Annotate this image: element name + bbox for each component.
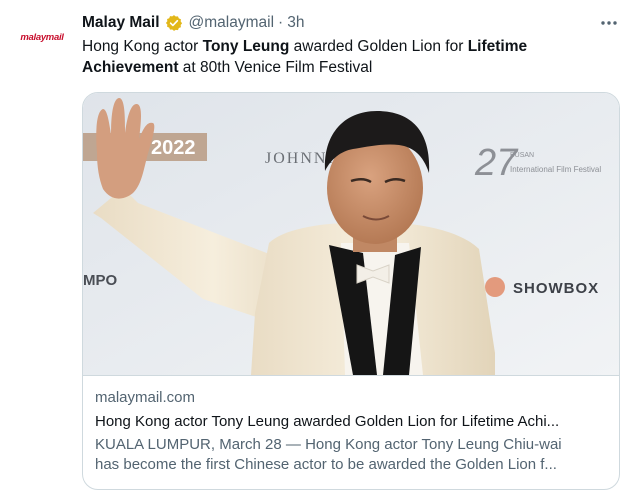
backdrop-festival-num: 27 — [474, 142, 519, 184]
tweet-text-part: Hong Kong actor — [82, 38, 203, 55]
tweet-text-part: at 80th Venice Film Festival — [178, 59, 373, 76]
card-image[interactable]: 2022 JOHNNIE 27 BUSAN International Film… — [83, 93, 619, 375]
card-meta[interactable]: malaymail.com Hong Kong actor Tony Leung… — [83, 375, 619, 489]
link-preview-card[interactable]: 2022 JOHNNIE 27 BUSAN International Film… — [82, 92, 620, 490]
card-title[interactable]: Hong Kong actor Tony Leung awarded Golde… — [95, 411, 605, 433]
card-description: KUALA LUMPUR, March 28 — Hong Kong actor… — [95, 435, 605, 475]
malaymail-logo: malaymail — [20, 31, 64, 43]
tweet-text-part: awarded Golden Lion for — [289, 38, 468, 55]
author-handle[interactable]: @malaymail — [189, 14, 275, 32]
author-name[interactable]: Malay Mail — [82, 14, 160, 32]
backdrop-partner-left: MPO — [83, 272, 118, 289]
tweet[interactable]: malaymail Malay Mail @malaymail · 3h Hon… — [0, 0, 640, 497]
author-avatar[interactable]: malaymail — [14, 22, 70, 52]
card-description-line: has become the first Chinese actor to be… — [95, 456, 557, 473]
backdrop-festival-line1: BUSAN — [510, 152, 534, 159]
tweet-text: Hong Kong actor Tony Leung awarded Golde… — [82, 36, 622, 78]
backdrop-year: 2022 — [151, 137, 196, 159]
tweet-text-bold-name: Tony Leung — [202, 38, 290, 55]
backdrop-festival-line2: International Film Festival — [510, 165, 601, 174]
tweet-header: Malay Mail @malaymail · 3h — [82, 12, 304, 34]
backdrop-partner-right: SHOWBOX — [513, 280, 599, 297]
card-description-line: KUALA LUMPUR, March 28 — Hong Kong actor… — [95, 436, 562, 453]
separator-dot: · — [278, 14, 284, 31]
verified-badge-icon[interactable] — [165, 14, 183, 32]
more-options-icon[interactable] — [596, 12, 622, 34]
actor-photo: 2022 JOHNNIE 27 BUSAN International Film… — [83, 93, 619, 375]
tweet-timestamp[interactable]: 3h — [287, 14, 304, 32]
card-domain: malaymail.com — [95, 389, 196, 406]
